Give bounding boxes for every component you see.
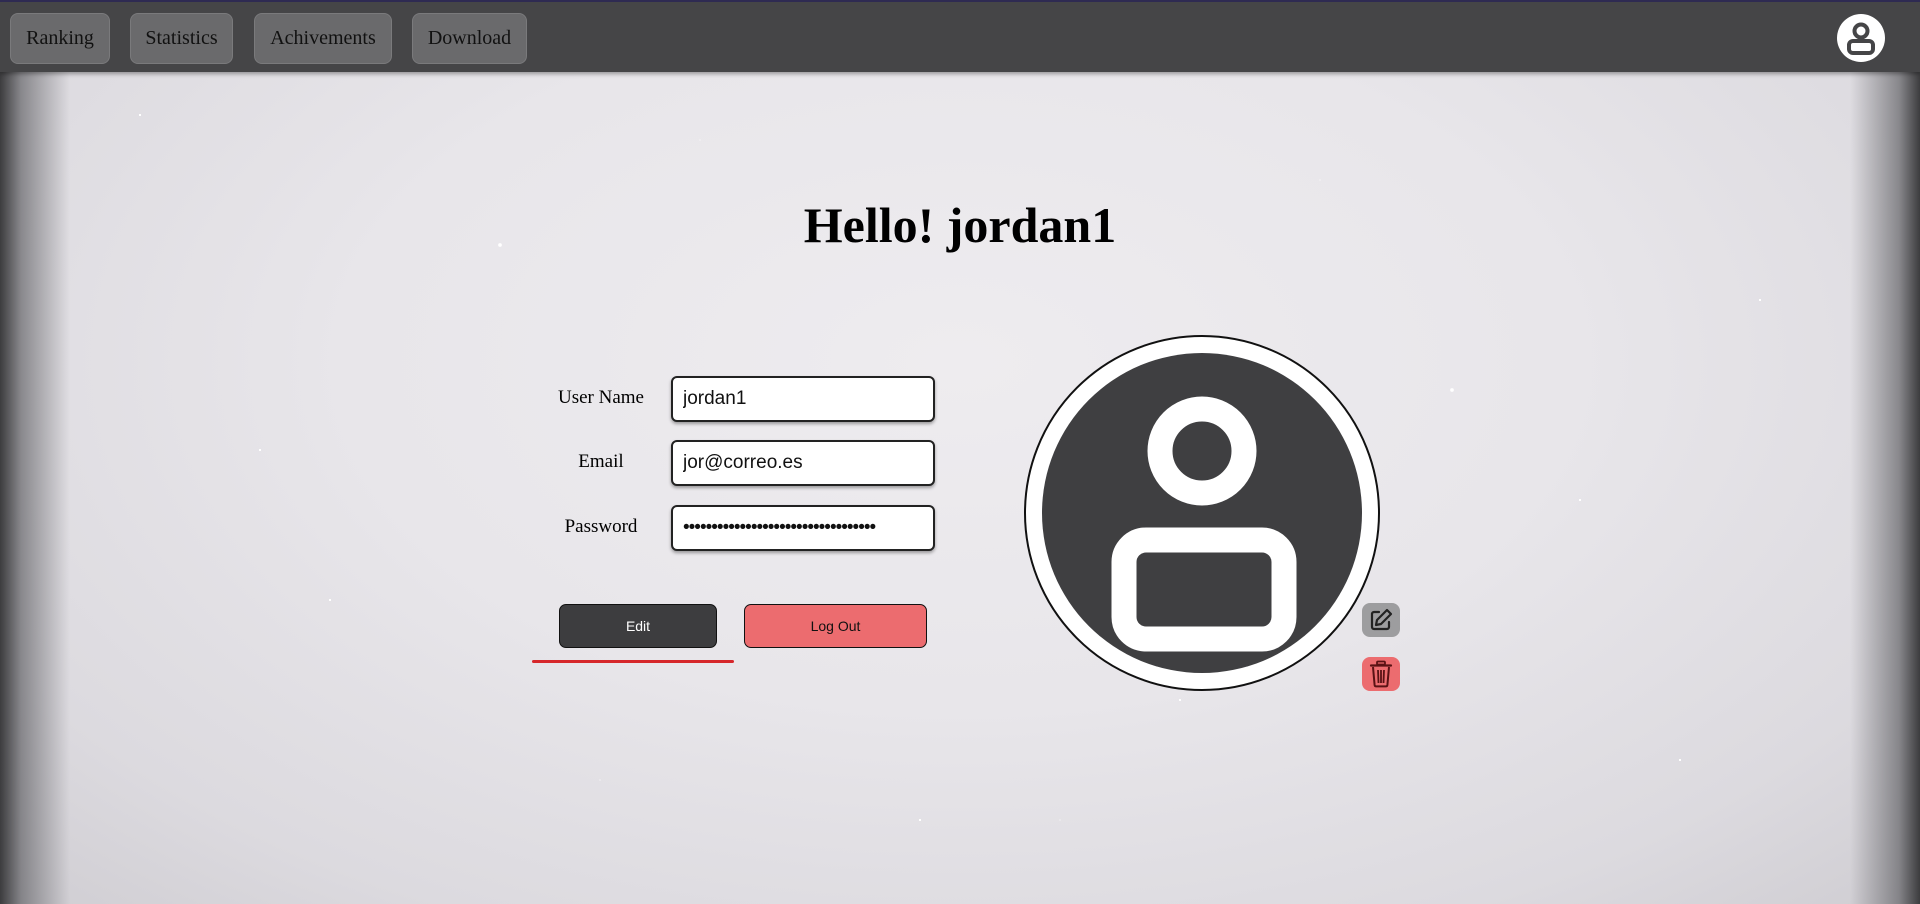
username-label: User Name: [558, 387, 644, 408]
nav-statistics-button[interactable]: Statistics: [130, 13, 233, 64]
trash-icon: [1369, 660, 1393, 688]
edit-avatar-button[interactable]: [1362, 603, 1400, 637]
active-underline: [532, 660, 734, 663]
delete-avatar-button[interactable]: [1362, 657, 1400, 691]
edit-button[interactable]: Edit: [559, 604, 717, 648]
starry-background: [0, 0, 1920, 904]
user-avatar-icon: [1042, 353, 1362, 673]
greeting-title: Hello! jordan1: [803, 197, 1117, 253]
edit-button-label: Edit: [625, 618, 651, 634]
password-input[interactable]: [671, 505, 935, 551]
nav-download-button[interactable]: Download: [412, 13, 527, 64]
nav-ranking-label: Ranking: [26, 27, 94, 49]
nav-statistics-label: Statistics: [145, 27, 218, 49]
email-input[interactable]: [671, 440, 935, 486]
top-nav-bar: Ranking Statistics Achivements Download: [0, 0, 1920, 72]
nav-download-label: Download: [427, 27, 512, 49]
nav-ranking-button[interactable]: Ranking: [10, 13, 110, 64]
logout-button[interactable]: Log Out: [744, 604, 927, 648]
logout-button-label: Log Out: [810, 618, 861, 634]
avatar-frame: [1024, 335, 1380, 691]
nav-achievements-button[interactable]: Achivements: [254, 13, 392, 64]
password-label: Password: [564, 516, 638, 537]
username-input[interactable]: [671, 376, 935, 422]
pencil-square-icon: [1370, 608, 1393, 631]
nav-achievements-label: Achivements: [270, 27, 376, 49]
profile-button[interactable]: [1837, 14, 1885, 62]
user-icon: [1847, 22, 1875, 55]
email-label: Email: [578, 451, 624, 472]
